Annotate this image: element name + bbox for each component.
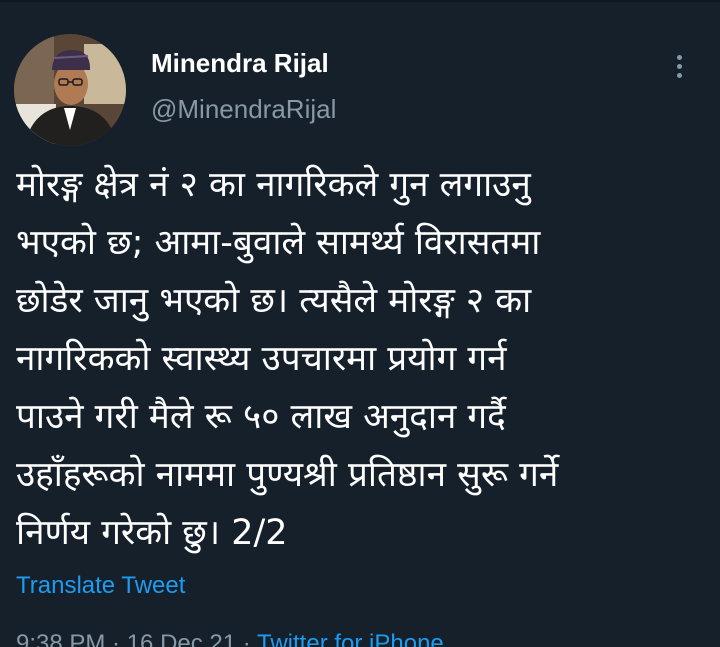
avatar[interactable] <box>14 34 126 146</box>
more-options-button[interactable] <box>664 48 694 84</box>
tweet-text-line: निर्णय गरेको छु। 2/2 <box>16 513 288 553</box>
profile-photo-icon <box>14 34 126 146</box>
vertical-ellipsis-icon <box>676 63 682 69</box>
tweet-metadata: 9:38 PM · 16 Dec 21 · Twitter for iPhone <box>16 630 444 647</box>
tweet-source-link[interactable]: Twitter for iPhone <box>257 630 444 647</box>
tweet-text: मोरङ्ग क्षेत्र नं २ का नागरिकले गुन लगाउ… <box>16 156 706 562</box>
tweet-timestamp[interactable]: 9:38 PM · 16 Dec 21 · <box>16 630 257 647</box>
vertical-ellipsis-icon <box>676 72 682 78</box>
author-display-name[interactable]: Minendra Rijal <box>151 48 329 79</box>
tweet-text-line: भएको छ; आमा-बुवाले सामर्थ्य विरासतमा <box>16 223 541 263</box>
tweet-text-line: छोडेर जानु भएको छ। त्यसैले मोरङ्ग २ का <box>16 281 532 321</box>
tweet-text-line: नागरिकको स्वास्थ्य उपचारमा प्रयोग गर्न <box>16 339 507 379</box>
tweet-text-line: पाउने गरी मैले रू ५० लाख अनुदान गर्दै <box>16 397 506 437</box>
author-handle[interactable]: @MinendraRijal <box>151 94 336 125</box>
translate-tweet-link[interactable]: Translate Tweet <box>16 572 185 600</box>
tweet-text-line: मोरङ्ग क्षेत्र नं २ का नागरिकले गुन लगाउ… <box>16 165 531 205</box>
tweet-text-line: उहाँहरूको नाममा पुण्यश्री प्रतिष्ठान सुर… <box>16 455 559 495</box>
tweet-card: Minendra Rijal @MinendraRijal मोरङ्ग क्ष… <box>0 0 720 647</box>
vertical-ellipsis-icon <box>676 54 682 60</box>
top-divider <box>0 0 720 2</box>
